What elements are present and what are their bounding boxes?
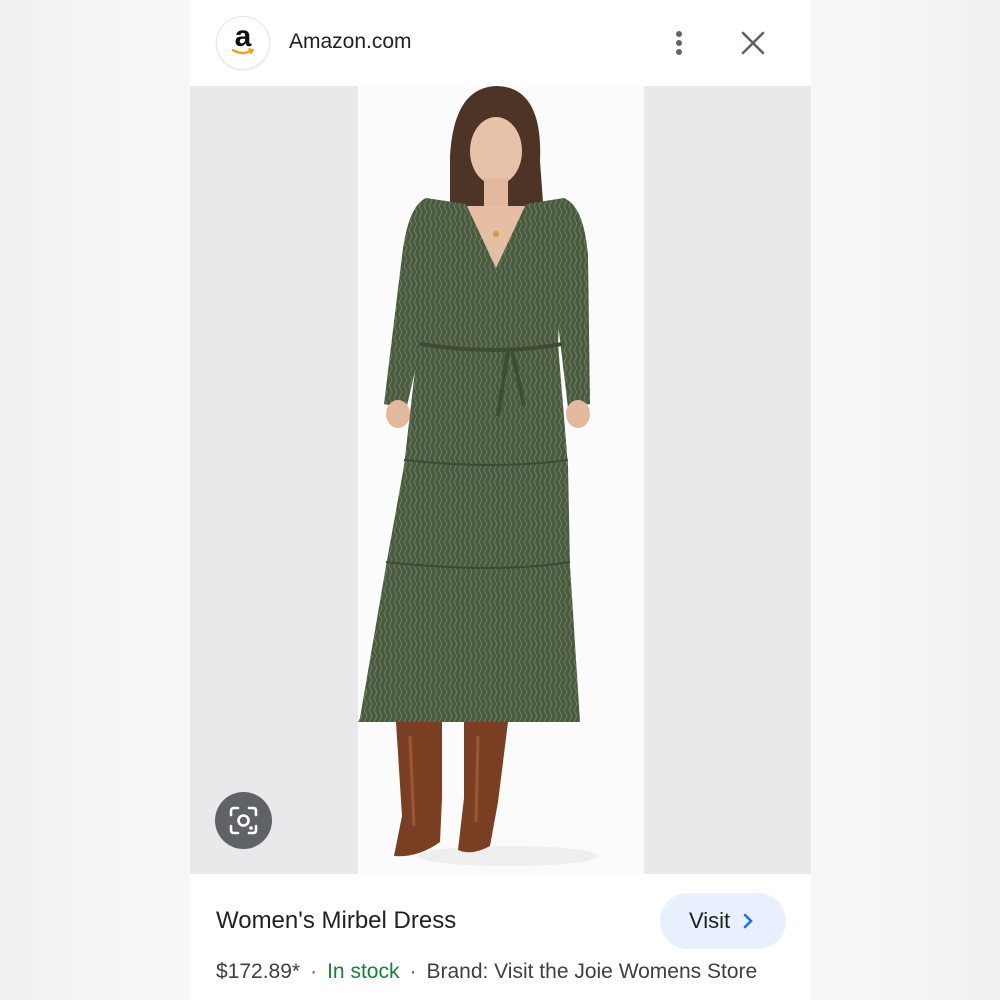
product-photo-frame[interactable] — [358, 86, 644, 874]
more-options-button[interactable] — [664, 28, 694, 58]
google-lens-button[interactable] — [215, 792, 272, 849]
previous-image-area[interactable] — [190, 86, 358, 874]
image-viewer[interactable] — [190, 86, 811, 874]
product-meta: $172.89* · In stock · Brand: Visit the Joie … — [216, 960, 757, 984]
amazon-smile-icon — [232, 48, 254, 55]
site-name[interactable]: Amazon.com — [289, 30, 412, 54]
product-photo — [358, 86, 644, 874]
visit-button[interactable]: Visit — [660, 893, 786, 949]
stock-status: In stock — [327, 960, 400, 983]
google-lens-icon — [229, 806, 258, 835]
more-vert-icon — [676, 31, 682, 37]
product-info: Women's Mirbel Dress Visit $172.89* · In s… — [190, 874, 811, 1000]
separator: · — [310, 960, 318, 983]
next-image-area[interactable] — [644, 86, 811, 874]
separator: · — [409, 960, 417, 983]
source-header: a Amazon.com — [190, 0, 811, 86]
chevron-right-icon — [743, 913, 753, 929]
price: $172.89* — [216, 960, 301, 983]
site-favicon[interactable]: a — [217, 17, 269, 69]
brand-info: Brand: Visit the Joie Womens Store — [426, 960, 758, 983]
visit-label: Visit — [689, 908, 731, 933]
image-result-panel: a Amazon.com Women's Mirbel Dress Visit … — [190, 0, 811, 1000]
product-title[interactable]: Women's Mirbel Dress — [216, 907, 456, 935]
more-vert-icon-dot — [676, 49, 682, 55]
close-icon — [741, 31, 765, 55]
more-vert-icon-dot — [676, 40, 682, 46]
close-button[interactable] — [738, 28, 768, 58]
